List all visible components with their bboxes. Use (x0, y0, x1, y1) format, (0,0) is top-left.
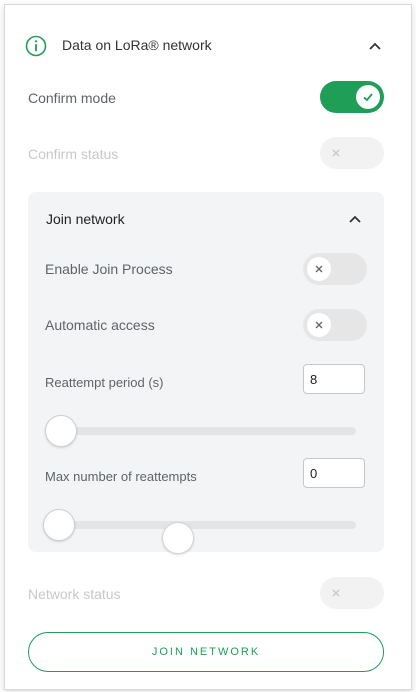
max-reattempts-input[interactable] (303, 458, 365, 488)
reattempt-period-label: Reattempt period (s) (45, 375, 164, 390)
reattempt-period-slider-track[interactable] (58, 427, 356, 435)
section-title: Data on LoRa® network (62, 37, 212, 53)
enable-join-label: Enable Join Process (45, 261, 173, 277)
close-icon (324, 141, 348, 165)
enable-join-toggle[interactable] (303, 253, 367, 285)
slider-tooltip-handle (162, 522, 194, 554)
network-status-label: Network status (28, 586, 121, 602)
info-icon (25, 35, 47, 57)
confirm-mode-label: Confirm mode (28, 90, 116, 106)
network-status-toggle (320, 577, 384, 609)
automatic-access-label: Automatic access (45, 317, 155, 333)
confirm-status-label: Confirm status (28, 146, 119, 162)
automatic-access-toggle[interactable] (303, 309, 367, 341)
join-network-button[interactable]: JOIN NETWORK (28, 632, 384, 672)
close-icon (307, 313, 331, 337)
chevron-up-icon[interactable] (348, 212, 362, 226)
section-header[interactable]: Data on LoRa® network (24, 34, 390, 58)
max-reattempts-slider-thumb[interactable] (43, 509, 75, 541)
check-icon (356, 85, 380, 109)
confirm-status-toggle (320, 137, 384, 169)
max-reattempts-slider-track[interactable] (58, 521, 356, 529)
confirm-mode-toggle[interactable] (320, 81, 384, 113)
max-reattempts-label: Max number of reattempts (45, 469, 197, 484)
chevron-up-icon[interactable] (368, 39, 382, 53)
reattempt-period-input[interactable] (303, 364, 365, 394)
close-icon (324, 581, 348, 605)
join-network-panel: Join network Enable Join Process Automat… (28, 192, 384, 554)
close-icon (307, 257, 331, 281)
reattempt-period-slider-thumb[interactable] (45, 415, 77, 447)
join-network-title: Join network (46, 211, 125, 227)
